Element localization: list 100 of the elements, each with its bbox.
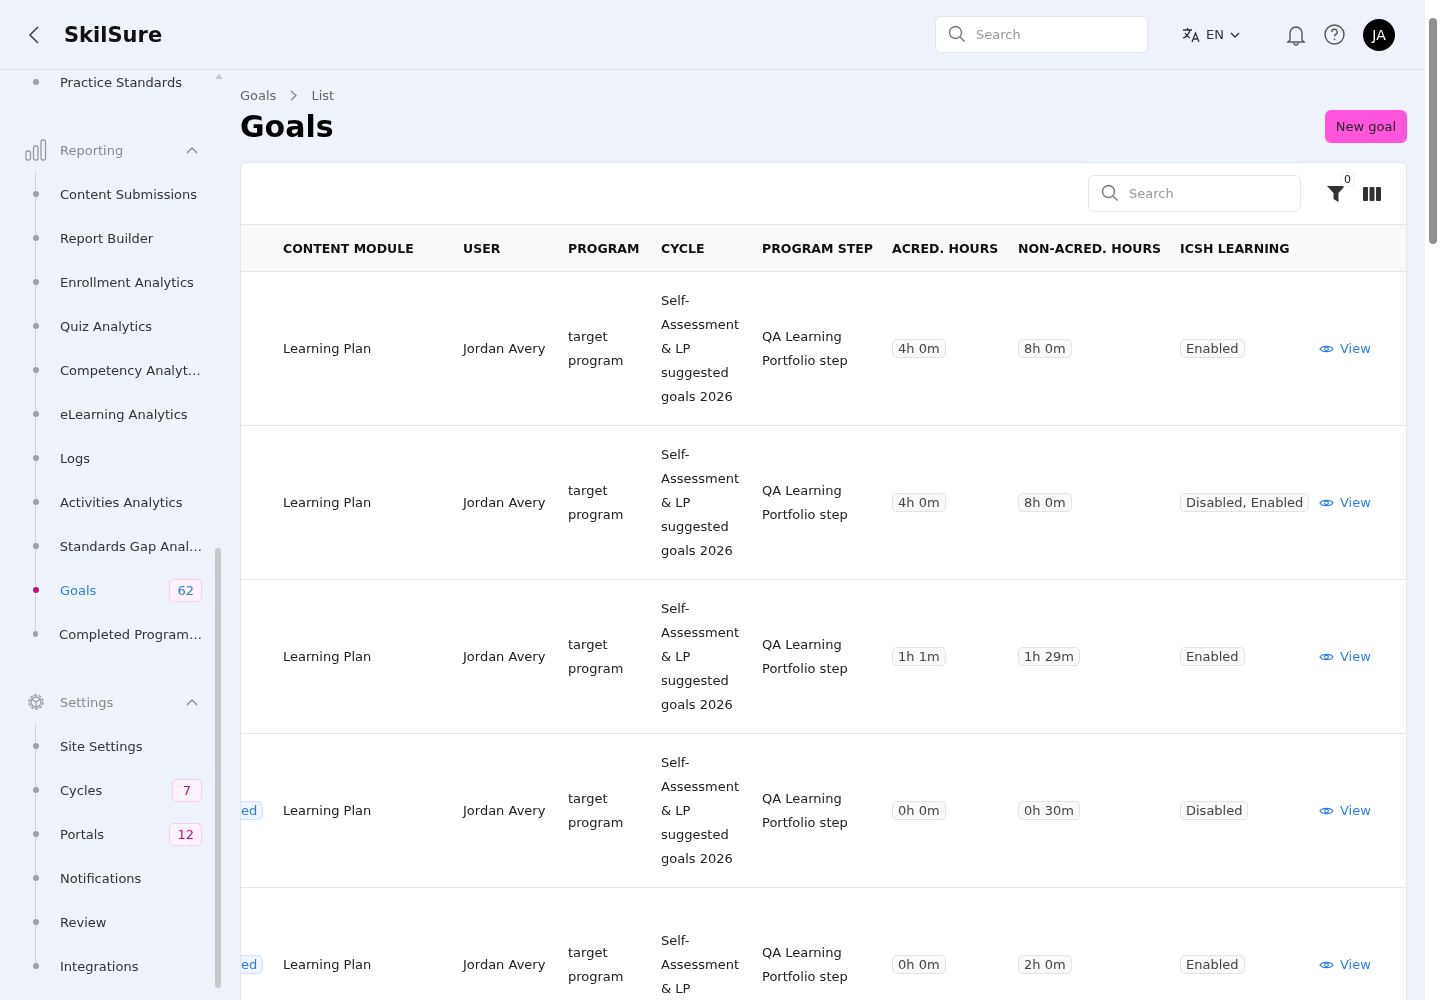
table-cell-text: Self- Assessment & LP suggested goals 2026 [661, 291, 740, 406]
settings-icon [25, 691, 47, 713]
search-field[interactable]: Search [1088, 175, 1301, 212]
status-tag: Disabled, Enabled [1180, 493, 1310, 512]
nav-item[interactable]: Activities Analytics [0, 480, 222, 524]
table-cell-text: target program [568, 481, 625, 524]
scrollbar-thumb[interactable] [215, 548, 221, 988]
status-tag: Disabled [1180, 801, 1249, 820]
language-selector[interactable]: EN [1176, 25, 1246, 44]
nav-item[interactable]: Review [0, 900, 222, 944]
table-cell-text: target program [568, 635, 625, 678]
status-tag: Enabled [1180, 647, 1245, 666]
translate-icon [1182, 26, 1201, 43]
hours-tag: 1h 1m [892, 647, 946, 666]
table-cell-text: QA Learning Portfolio step [762, 635, 849, 678]
view-link[interactable]: View [1319, 495, 1393, 510]
nav-item[interactable]: Site Settings [0, 724, 222, 768]
column-header[interactable]: PROGRAM STEP [762, 240, 892, 256]
user-avatar[interactable]: JA [1363, 18, 1395, 51]
back-icon[interactable] [28, 24, 40, 45]
nav-item[interactable]: Standards Gap Anal… [0, 524, 222, 568]
table-cell-text: Self- Assessment & LP suggested goals 2026 [661, 599, 740, 714]
view-link[interactable]: View [1319, 341, 1393, 356]
table-cell-text: target program [568, 789, 625, 832]
status-tag: ed [241, 801, 264, 820]
logo[interactable]: SkilSure [64, 22, 163, 47]
table-cell-text: QA Learning Portfolio step [762, 327, 849, 370]
status-tag: Enabled [1180, 339, 1245, 358]
nav-item[interactable]: Competency Analyt… [0, 348, 222, 392]
table-cell-text: target program [568, 943, 625, 986]
hours-tag: 4h 0m [892, 339, 946, 358]
table-cell-text: Jordan Avery [463, 339, 547, 358]
nav-item[interactable]: Quiz Analytics [0, 304, 222, 348]
nav-item[interactable]: Integrations [0, 944, 222, 988]
table-cell-text: Learning Plan [283, 493, 373, 512]
eye-icon [1319, 805, 1334, 816]
hours-tag: 0h 0m [892, 955, 946, 974]
hours-tag: 8h 0m [1018, 493, 1072, 512]
search-field[interactable]: Search [935, 16, 1149, 53]
hours-tag: 4h 0m [892, 493, 946, 512]
column-header[interactable]: USER [463, 240, 568, 256]
view-link[interactable]: View [1319, 649, 1393, 664]
bar-chart-icon [25, 139, 47, 161]
nav-item[interactable]: Notifications [0, 856, 222, 900]
nav-item[interactable]: Enrollment Analytics [0, 260, 222, 304]
nav-item[interactable]: Goals 62 [0, 568, 222, 612]
hours-tag: 1h 29m [1018, 647, 1080, 666]
filter-count: 0 [1340, 171, 1355, 187]
nav-item[interactable]: Completed Program… [0, 612, 222, 656]
nav-item[interactable]: Logs [0, 436, 222, 480]
page-scrollbar[interactable] [1425, 0, 1440, 1000]
hours-tag: 8h 0m [1018, 339, 1072, 358]
table-cell-text: Learning Plan [283, 801, 373, 820]
chevron-down-icon [1230, 31, 1240, 38]
hours-tag: 2h 0m [1018, 955, 1072, 974]
table-cell-text: Jordan Avery [463, 647, 547, 666]
table-cell-text: Self- Assessment & LP suggested goals 2026 [661, 753, 740, 868]
columns-icon[interactable] [1363, 186, 1381, 201]
nav-item[interactable]: Report Builder [0, 216, 222, 260]
view-link[interactable]: View [1319, 957, 1393, 972]
eye-icon [1319, 959, 1334, 970]
eye-icon [1319, 497, 1334, 508]
new-goal-button[interactable]: New goal [1324, 110, 1407, 143]
column-header[interactable]: PROGRAM [568, 240, 661, 256]
hours-tag: 0h 30m [1018, 801, 1080, 820]
breadcrumb-link[interactable]: Goals [240, 88, 277, 103]
table-cell-text: QA Learning Portfolio step [762, 943, 849, 986]
eye-icon [1319, 343, 1334, 354]
page-title: Goals [240, 109, 334, 144]
column-header[interactable]: NON-ACRED. HOURS [1018, 240, 1180, 256]
table-cell-text: Self- Assessment & LP [661, 931, 740, 998]
search-icon [1101, 184, 1119, 202]
help-icon[interactable] [1324, 24, 1345, 45]
status-tag: Enabled [1180, 955, 1245, 974]
search-icon [948, 25, 967, 43]
chevron-right-icon [290, 90, 298, 101]
bell-icon[interactable] [1286, 23, 1306, 46]
column-header[interactable]: CONTENT MODULE [283, 240, 463, 256]
column-header[interactable]: ICSH LEARNING [1180, 240, 1319, 256]
table-cell-text: Learning Plan [283, 647, 373, 666]
table-cell-text: Jordan Avery [463, 955, 547, 974]
table-cell-text: Learning Plan [283, 339, 373, 358]
nav-item[interactable]: Portals 12 [0, 812, 222, 856]
column-header[interactable]: ACRED. HOURS [892, 240, 1018, 256]
column-header[interactable]: CYCLE [661, 240, 762, 256]
filter-icon[interactable] [1327, 185, 1345, 202]
table-cell-text: QA Learning Portfolio step [762, 789, 849, 832]
nav-item[interactable]: Practice Standards [0, 70, 222, 94]
table-cell-text: Jordan Avery [463, 801, 547, 820]
table-cell-text: Jordan Avery [463, 493, 547, 512]
nav-item[interactable]: Cycles 7 [0, 768, 222, 812]
table-cell-text: Learning Plan [283, 955, 373, 974]
hours-tag: 0h 0m [892, 801, 946, 820]
nav-item[interactable]: Content Submissions [0, 172, 222, 216]
view-link[interactable]: View [1319, 803, 1393, 818]
breadcrumb-link[interactable]: List [311, 88, 335, 103]
status-tag: ed [241, 955, 264, 974]
nav-item[interactable]: eLearning Analytics [0, 392, 222, 436]
eye-icon [1319, 651, 1334, 662]
table-cell-text: QA Learning Portfolio step [762, 481, 849, 524]
